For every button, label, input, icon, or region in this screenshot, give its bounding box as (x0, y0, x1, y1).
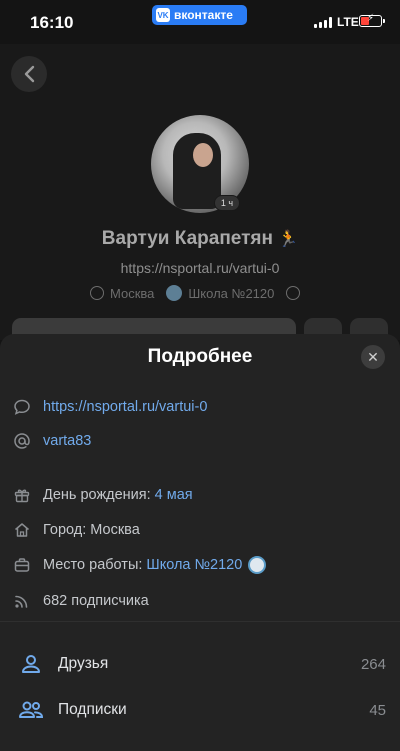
status-bar: 16:10 VK вконтакте LTE ⚡ (0, 0, 400, 44)
vk-app-pill[interactable]: VK вконтакте (152, 5, 247, 25)
friends-label: Друзья (58, 655, 109, 672)
status-time: 16:10 (30, 13, 74, 32)
briefcase-icon (12, 555, 32, 575)
close-icon: ✕ (367, 348, 379, 365)
location-icon (90, 286, 104, 300)
info-icon[interactable] (286, 286, 301, 300)
city-text: Город: Москва (43, 522, 140, 538)
birthday-row: День рождения: 4 мая (12, 485, 193, 505)
school-icon (166, 285, 183, 301)
subscriptions-count: 45 (369, 701, 386, 719)
subscriptions-row[interactable]: Подписки 45 (18, 695, 386, 725)
profile-header: 1 ч Вартуи Карапетян 🏃 https://nsportal.… (0, 44, 400, 348)
friends-count: 264 (360, 655, 386, 673)
signal-icon (314, 17, 332, 28)
close-button[interactable]: ✕ (361, 345, 385, 369)
last-seen-badge: 1 ч (214, 195, 240, 211)
followers-row[interactable]: 682 подписчика (12, 591, 149, 611)
work-value[interactable]: Школа №2120 (146, 557, 242, 573)
city-row: Город: Москва (12, 520, 140, 540)
home-icon (12, 520, 32, 540)
vk-app-label: вконтакте (174, 8, 233, 22)
website-row[interactable]: https://nsportal.ru/vartui-0 (12, 397, 207, 417)
work-row: Место работы: Школа №2120 (12, 555, 267, 575)
network-type: LTE (337, 15, 359, 29)
followers-text: 682 подписчика (43, 593, 149, 609)
details-sheet: Подробнее ✕ https://nsportal.ru/vartui-0… (0, 334, 400, 751)
profile-link[interactable]: https://nsportal.ru/vartui-0 (0, 260, 400, 276)
at-sign-icon (12, 431, 32, 451)
rss-icon (12, 591, 32, 611)
birthday-value[interactable]: 4 мая (155, 487, 193, 503)
website-link[interactable]: https://nsportal.ru/vartui-0 (43, 399, 207, 415)
nickname-link[interactable]: varta83 (43, 433, 91, 449)
sheet-title: Подробнее (147, 346, 253, 367)
friends-row[interactable]: Друзья 264 (18, 649, 386, 679)
subscriptions-label: Подписки (58, 701, 127, 718)
user-icon (18, 651, 44, 677)
birthday-label: День рождения: (43, 487, 151, 503)
chevron-left-icon (24, 65, 35, 83)
profile-city: Москва (110, 285, 155, 301)
profile-school[interactable]: Школа №2120 (188, 286, 274, 301)
work-label: Место работы: (43, 557, 143, 573)
chat-bubble-icon (12, 397, 32, 417)
school-logo-icon (248, 556, 267, 574)
runner-emoji-icon: 🏃 (278, 231, 299, 248)
profile-meta: Москва Школа №2120 (90, 285, 301, 301)
profile-name: Вартуи Карапетян 🏃 (0, 228, 400, 250)
profile-name-text: Вартуи Карапетян (101, 228, 273, 249)
users-icon (18, 697, 44, 723)
gift-icon (12, 485, 32, 505)
nickname-row[interactable]: varta83 (12, 431, 91, 451)
vk-logo-icon: VK (156, 8, 170, 22)
battery-icon: ⚡ (359, 13, 385, 27)
back-button[interactable] (11, 56, 47, 92)
divider (0, 621, 400, 622)
